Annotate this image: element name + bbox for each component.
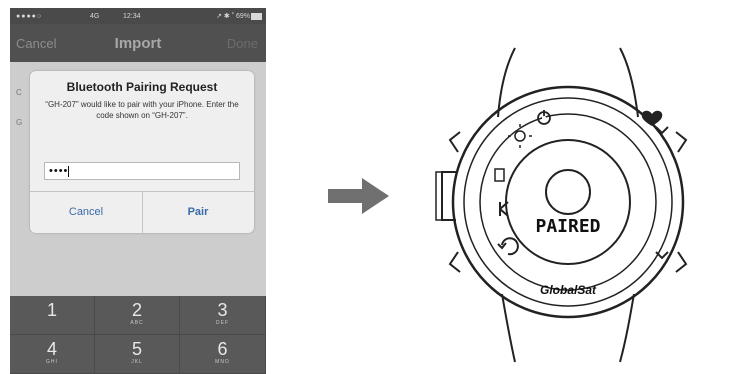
key-letters: DEF — [216, 320, 229, 326]
key-letters: JKL — [131, 359, 143, 365]
status-time: 12:34 — [123, 12, 141, 20]
text-caret — [68, 165, 70, 177]
key-3[interactable]: 3 DEF — [180, 296, 266, 335]
watch-display-text: PAIRED — [535, 216, 600, 237]
key-4[interactable]: 4 GHI — [10, 335, 95, 374]
cancel-button[interactable]: Cancel — [30, 191, 142, 233]
network-type: 4G — [90, 12, 100, 20]
status-bar: ●●●●○ 4G 12:34 ↗ ✱ ˚ 69% — [10, 8, 266, 24]
watch-button-lower-right — [675, 251, 688, 273]
list-row-letter: G — [16, 118, 23, 127]
key-number: 3 — [217, 300, 228, 320]
watch-button-upper-right — [675, 131, 688, 153]
key-number: 1 — [46, 300, 57, 320]
key-5[interactable]: 5 JKL — [95, 335, 180, 374]
memory-icon — [494, 168, 505, 182]
key-1[interactable]: 1 — [10, 296, 95, 335]
phone-screen: ●●●●○ 4G 12:34 ↗ ✱ ˚ 69% Cancel Import D… — [10, 8, 266, 374]
dialog-title: Bluetooth Pairing Request — [66, 80, 218, 94]
key-letters: GHI — [46, 359, 58, 365]
battery-icon — [251, 13, 262, 20]
list-row-letter: C — [16, 88, 22, 97]
watch-button-upper-left — [448, 131, 461, 153]
watch-display-ring — [505, 139, 631, 265]
key-2[interactable]: 2 ABC — [95, 296, 180, 335]
watch-center-circle — [545, 169, 591, 215]
pairing-code-input[interactable]: •••• — [44, 162, 240, 180]
bluetooth-pairing-dialog: Bluetooth Pairing Request “GH-207” would… — [30, 71, 254, 233]
watch-brand-logo: GlobalSat — [540, 283, 597, 297]
watch-illustration: PAIRED GlobalSat — [435, 47, 688, 363]
watch-strap-top-left — [497, 47, 516, 118]
key-number: 4 — [46, 339, 57, 359]
signal-strength: ●●●●○ — [16, 12, 43, 20]
key-letters: MNO — [215, 359, 230, 365]
watch-button-lower-left — [448, 251, 461, 273]
light-icon — [514, 130, 526, 142]
battery-text: ↗ ✱ ˚ 69% — [216, 13, 250, 20]
watch-inner-bezel — [463, 97, 673, 307]
key-number: 2 — [131, 300, 142, 320]
pairing-code-value: •••• — [49, 165, 69, 177]
heart-icon — [641, 110, 663, 126]
down-icon — [655, 251, 669, 260]
numeric-keypad: 1 2 ABC 3 DEF 4 GHI 5 JKL 6 MNO — [10, 296, 266, 374]
navigation-bar: Cancel Import Done — [10, 24, 266, 62]
key-number: 6 — [217, 339, 228, 359]
watch-strap-top-right — [619, 47, 639, 118]
key-number: 5 — [131, 339, 142, 359]
right-arrow-icon — [328, 178, 389, 214]
key-6[interactable]: 6 MNO — [180, 335, 266, 374]
pair-button[interactable]: Pair — [142, 191, 254, 233]
nav-done-button[interactable]: Done — [227, 36, 258, 51]
dialog-message: “GH-207” would like to pair with your iP… — [45, 100, 239, 120]
key-letters: ABC — [130, 320, 144, 326]
